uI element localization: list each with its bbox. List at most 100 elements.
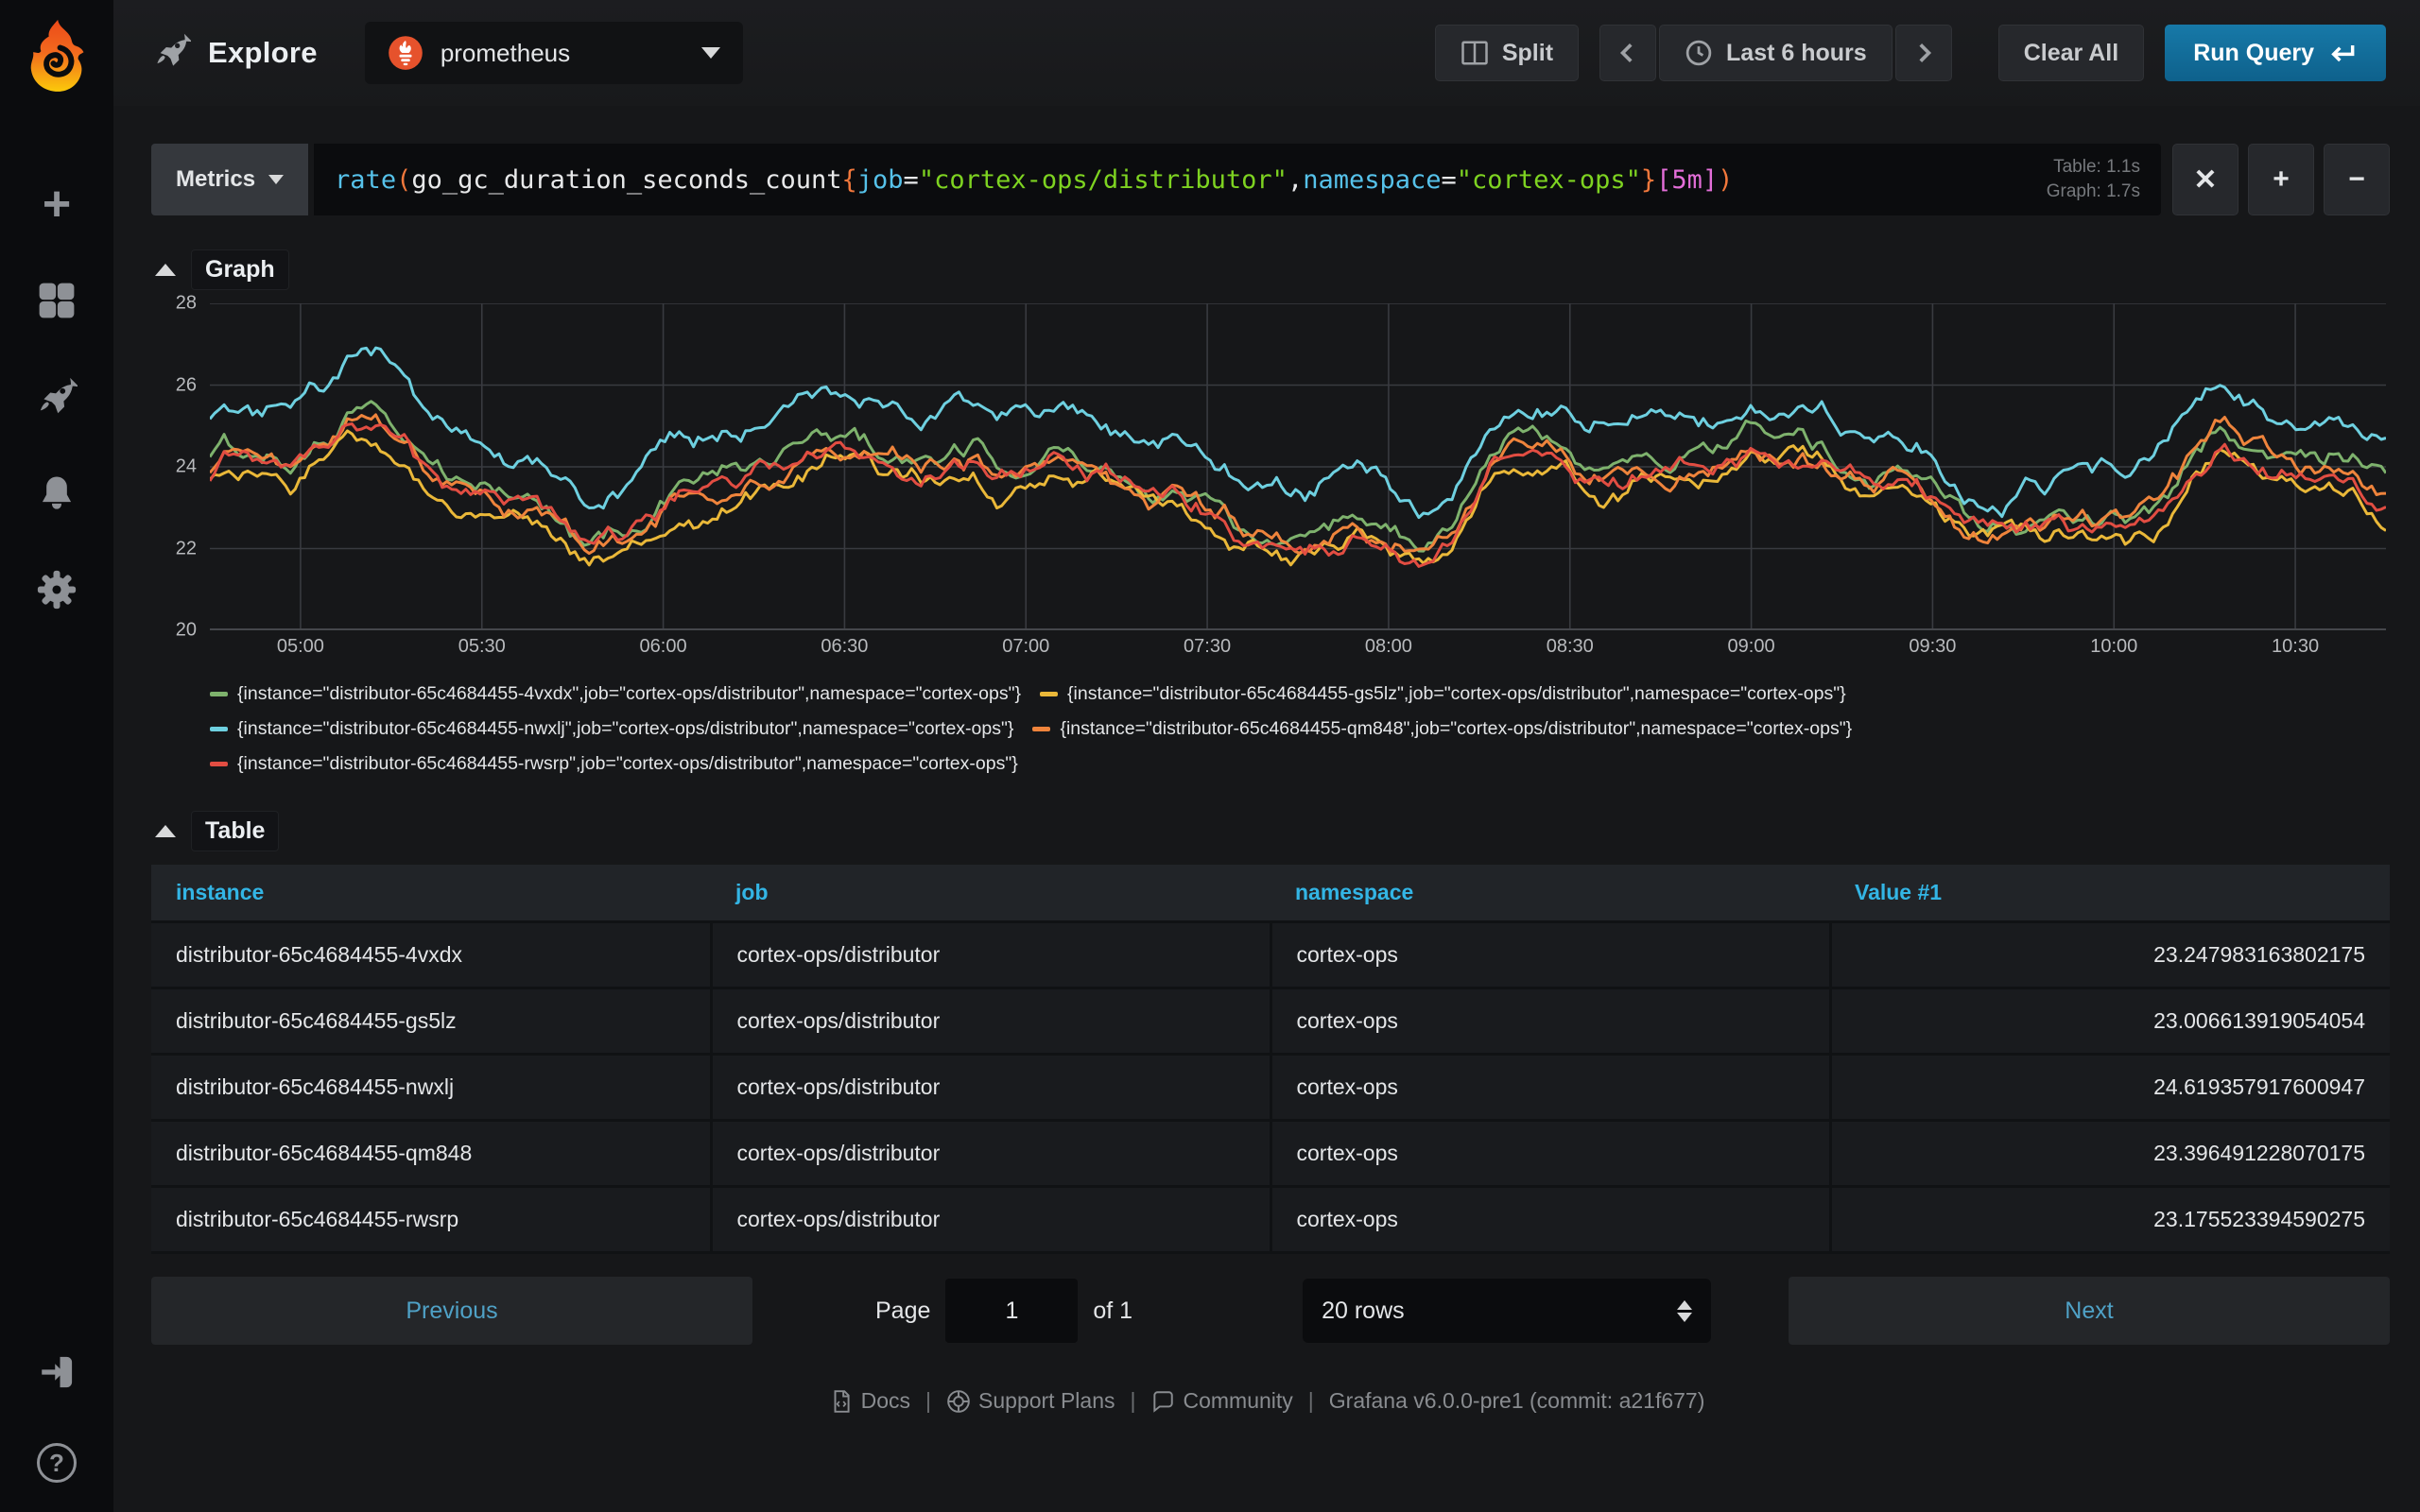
sidebar-nav: +: [36, 177, 78, 610]
x-axis-tick: 09:30: [1909, 636, 1957, 657]
y-axis-tick: 22: [175, 538, 197, 558]
legend-item[interactable]: {instance="distributor-65c4684455-4vxdx"…: [210, 683, 1021, 705]
x-axis-tick: 09:00: [1727, 636, 1775, 657]
legend-item[interactable]: {instance="distributor-65c4684455-qm848"…: [1032, 718, 1852, 740]
table-panel-header[interactable]: Table: [151, 801, 2390, 865]
legend-label: {instance="distributor-65c4684455-nwxlj"…: [237, 718, 1014, 739]
metrics-dropdown-button[interactable]: Metrics: [151, 144, 309, 215]
add-query-button[interactable]: +: [2248, 144, 2314, 215]
table-column-header[interactable]: job: [711, 865, 1270, 923]
timing-graph: Graph: 1.7s: [2046, 181, 2140, 201]
x-axis-tick: 05:30: [458, 636, 506, 657]
query-token: =: [1441, 164, 1457, 195]
run-query-label: Run Query: [2193, 39, 2314, 66]
table-cell: cortex-ops/distributor: [711, 1120, 1272, 1188]
query-token: [5m]: [1656, 164, 1719, 195]
table-cell: distributor-65c4684455-4vxdx: [151, 921, 713, 989]
legend-swatch: [210, 727, 228, 731]
datasource-name: prometheus: [440, 38, 571, 67]
table-panel: Table instance job namespace Value #1 distr…: [151, 801, 2390, 1254]
query-token: "cortex-ops": [1456, 164, 1641, 195]
query-token: {: [841, 164, 857, 195]
plot-area[interactable]: [210, 303, 2386, 630]
table-cell: distributor-65c4684455-gs5lz: [151, 988, 713, 1056]
rows-per-page-select[interactable]: 20 rows: [1303, 1279, 1712, 1343]
y-axis-tick: 20: [175, 619, 197, 641]
run-query-button[interactable]: Run Query: [2165, 25, 2386, 81]
query-token: }: [1640, 164, 1657, 195]
footer-separator: |: [925, 1388, 932, 1413]
sign-in-icon[interactable]: [36, 1351, 78, 1393]
table-cell: cortex-ops/distributor: [711, 1054, 1272, 1122]
time-back-button[interactable]: [1599, 25, 1657, 81]
legend-item[interactable]: {instance="distributor-65c4684455-rwsrp"…: [210, 753, 1018, 775]
clear-all-label: Clear All: [2023, 39, 2119, 66]
create-plus-icon[interactable]: +: [36, 177, 78, 232]
time-range-picker[interactable]: Last 6 hours: [1659, 25, 1893, 81]
help-icon[interactable]: ?: [36, 1442, 78, 1484]
community-label: Community: [1183, 1388, 1293, 1413]
table-cell: cortex-ops: [1270, 921, 1832, 989]
plus-glyph: +: [42, 177, 72, 232]
table-cell: cortex-ops/distributor: [711, 988, 1272, 1056]
footer: Docs | Support Plans | Community | Grafa…: [113, 1388, 2420, 1414]
chevron-down-icon: [700, 47, 720, 59]
x-axis-tick: 06:00: [639, 636, 687, 657]
grafana-logo-icon[interactable]: [21, 17, 93, 96]
legend-swatch: [210, 762, 228, 766]
legend-label: {instance="distributor-65c4684455-rwsrp"…: [237, 753, 1018, 774]
table-column-header[interactable]: instance: [151, 865, 711, 923]
legend-item[interactable]: {instance="distributor-65c4684455-gs5lz"…: [1040, 683, 1846, 705]
docs-link[interactable]: Docs: [829, 1388, 910, 1414]
time-forward-button[interactable]: [1894, 25, 1952, 81]
query-token: rate: [335, 164, 397, 195]
results-table: instance job namespace Value #1 distributor…: [151, 865, 2390, 1254]
query-token: "cortex-ops/distributor": [918, 164, 1288, 195]
y-axis: 20 22 24 26 28: [151, 293, 206, 641]
query-token: (: [396, 164, 412, 195]
next-page-button[interactable]: Next: [1789, 1277, 2390, 1345]
table-column-header[interactable]: Value #1: [1830, 865, 2390, 923]
collapse-up-icon: [155, 825, 176, 837]
sidebar-bottom: ?: [36, 1351, 78, 1484]
y-axis-tick: 28: [175, 292, 197, 314]
chevron-down-icon: [268, 175, 285, 184]
collapse-up-icon: [155, 264, 176, 276]
previous-page-button[interactable]: Previous: [151, 1277, 752, 1345]
explore-rocket-icon[interactable]: [36, 376, 78, 418]
next-label: Next: [2065, 1297, 2114, 1324]
x-axis-tick: 08:30: [1546, 636, 1594, 657]
table-body: distributor-65c4684455-4vxdx cortex-ops/d…: [151, 921, 2390, 1254]
remove-query-button[interactable]: ✕: [2172, 144, 2238, 215]
legend-swatch: [1032, 727, 1051, 731]
community-link[interactable]: Community: [1150, 1388, 1293, 1414]
legend-swatch: [210, 692, 228, 696]
alerting-bell-icon[interactable]: [36, 472, 78, 514]
query-token: ,: [1287, 164, 1304, 195]
page-controls: Page of 1: [875, 1279, 1132, 1343]
page-of-label: of 1: [1093, 1297, 1133, 1324]
table-cell: 24.619357917600947: [1830, 1054, 2390, 1122]
split-button[interactable]: Split: [1434, 25, 1580, 81]
clear-all-button[interactable]: Clear All: [1997, 25, 2145, 81]
dashboards-grid-icon[interactable]: [36, 280, 78, 321]
docs-label: Docs: [860, 1388, 911, 1413]
explore-title-rocket-icon: [153, 32, 193, 75]
table-row: distributor-65c4684455-nwxlj cortex-ops/d…: [151, 1054, 2390, 1122]
page-number-input[interactable]: [945, 1279, 1079, 1343]
table-panel-title: Table: [191, 811, 280, 851]
query-editor-row: Metrics rate(go_gc_duration_seconds_coun…: [151, 144, 2390, 215]
page-label: Page: [875, 1297, 931, 1324]
table-cell: cortex-ops/distributor: [711, 921, 1272, 989]
promql-query-text: rate(go_gc_duration_seconds_count{job="c…: [335, 165, 1733, 195]
configuration-gear-icon[interactable]: [36, 569, 78, 610]
table-cell: cortex-ops/distributor: [711, 1186, 1272, 1254]
table-column-header[interactable]: namespace: [1270, 865, 1830, 923]
datasource-picker[interactable]: prometheus: [364, 22, 743, 84]
graph-panel-header[interactable]: Graph: [151, 240, 2390, 303]
query-input-field[interactable]: rate(go_gc_duration_seconds_count{job="c…: [314, 144, 2161, 215]
legend-item[interactable]: {instance="distributor-65c4684455-nwxlj"…: [210, 718, 1013, 740]
x-axis-tick: 10:30: [2272, 636, 2320, 657]
collapse-query-button[interactable]: −: [2324, 144, 2390, 215]
support-plans-link[interactable]: Support Plans: [946, 1388, 1115, 1414]
